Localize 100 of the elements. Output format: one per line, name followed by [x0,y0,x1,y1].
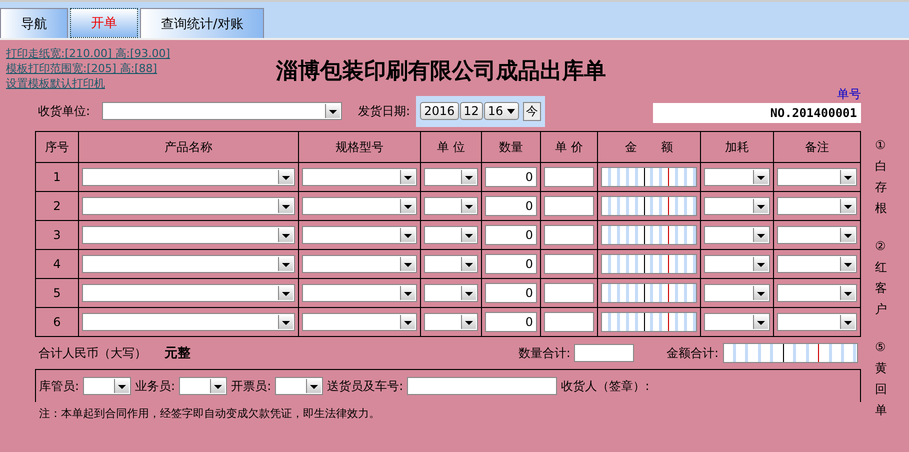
amount-grid-field[interactable] [601,167,697,187]
amount-total-grid-field[interactable] [722,343,858,363]
form-title: 淄博包装印刷有限公司成品出库单 [276,57,606,86]
extra-dropdown[interactable] [704,226,770,244]
spec-dropdown[interactable] [302,255,417,273]
receiver-label: 收货单位: [38,102,90,120]
staff-dropdown[interactable] [83,377,132,395]
price-field[interactable] [544,283,594,303]
order-number-field[interactable]: NO.201400001 [653,102,861,122]
caret-icon [400,199,415,213]
copy-label: ① [875,137,887,154]
unit-dropdown[interactable] [424,313,478,331]
quantity-field[interactable]: 0 [485,283,537,303]
amount-total-label: 金额合计: [666,344,718,362]
amount-in-words: 元整 [164,345,190,362]
quantity-field[interactable]: 0 [485,225,537,245]
product-dropdown[interactable] [82,197,295,215]
amount-grid-field[interactable] [601,312,697,332]
spec-dropdown[interactable] [302,226,417,244]
price-field[interactable] [544,196,594,216]
column-header: 序号 [36,132,78,162]
row-number-cell: 5 [36,278,78,308]
staff-dropdown[interactable] [275,377,324,395]
remark-dropdown[interactable] [777,255,857,273]
quantity-field[interactable]: 0 [485,254,537,274]
caret-icon [461,286,476,300]
spec-dropdown[interactable] [302,168,417,186]
staff-dropdown[interactable] [179,377,228,395]
quantity-total-label: 数量合计: [518,344,570,362]
today-button[interactable]: 今 [523,102,542,120]
copy-label: ② [875,238,887,255]
unit-dropdown[interactable] [424,168,478,186]
product-dropdown[interactable] [82,284,295,302]
quantity-total-field[interactable] [574,344,634,362]
caret-icon [306,379,322,393]
extra-dropdown[interactable] [704,168,770,186]
amount-grid-field[interactable] [601,254,697,274]
column-header: 备注 [774,132,860,162]
remark-dropdown[interactable] [777,313,857,331]
quantity-field[interactable]: 0 [485,312,537,332]
remark-dropdown[interactable] [777,168,857,186]
caret-icon [278,170,293,184]
remark-dropdown[interactable] [777,284,857,302]
caret-icon [461,315,476,329]
caret-icon [753,257,768,271]
caret-icon [400,257,415,271]
extra-dropdown[interactable] [704,255,770,273]
extra-dropdown[interactable] [704,284,770,302]
price-field[interactable] [544,225,594,245]
extra-dropdown[interactable] [704,313,770,331]
remark-dropdown[interactable] [777,226,857,244]
caret-icon [840,315,855,329]
date-picker[interactable]: 2016 12 16 今 [416,96,546,126]
column-header: 单 位 [420,132,482,162]
caret-icon [753,286,768,300]
receiver-dropdown[interactable] [102,102,342,120]
product-dropdown[interactable] [82,226,295,244]
unit-dropdown[interactable] [424,197,478,215]
copy-label: 白 [875,158,887,175]
driver-field[interactable] [407,377,558,395]
spec-dropdown[interactable] [302,284,417,302]
note-text: 注：本单起到合同作用，经签字即自动变成欠款凭证，即生法律效力。 [38,406,381,421]
product-dropdown[interactable] [82,313,295,331]
caret-icon [840,257,855,271]
extra-dropdown[interactable] [704,197,770,215]
amount-grid-field[interactable] [601,283,697,303]
spec-dropdown[interactable] [302,313,417,331]
staff-label: 库管员: [39,378,80,394]
caret-icon [210,379,226,393]
month-field[interactable]: 12 [460,102,483,120]
remark-dropdown[interactable] [777,197,857,215]
copy-label: 回 [875,381,887,398]
tab[interactable]: 查询统计/对账 [140,8,264,38]
price-field[interactable] [544,254,594,274]
row-number-cell: 4 [36,250,78,278]
copy-label: 户 [875,301,887,318]
unit-dropdown[interactable] [424,284,478,302]
caret-icon [278,257,293,271]
tab[interactable]: 导航 [0,8,68,38]
unit-dropdown[interactable] [424,226,478,244]
product-dropdown[interactable] [82,168,295,186]
product-dropdown[interactable] [82,255,295,273]
caret-icon [400,170,415,184]
price-field[interactable] [544,312,594,332]
quantity-field[interactable]: 0 [485,167,537,187]
year-field[interactable]: 2016 [420,102,459,120]
caret-icon [461,170,476,184]
spec-dropdown[interactable] [302,197,417,215]
quantity-field[interactable]: 0 [485,196,537,216]
caret-icon [400,286,415,300]
total-label: 合计人民币（大写） [38,344,146,362]
caret-icon [461,228,476,242]
caret-icon [753,228,768,242]
copy-label: ⑤ [875,339,887,356]
unit-dropdown[interactable] [424,255,478,273]
caret-icon [400,228,415,242]
amount-grid-field[interactable] [601,196,697,216]
price-field[interactable] [544,167,594,187]
day-field[interactable]: 16 [484,102,520,120]
amount-grid-field[interactable] [601,225,697,245]
